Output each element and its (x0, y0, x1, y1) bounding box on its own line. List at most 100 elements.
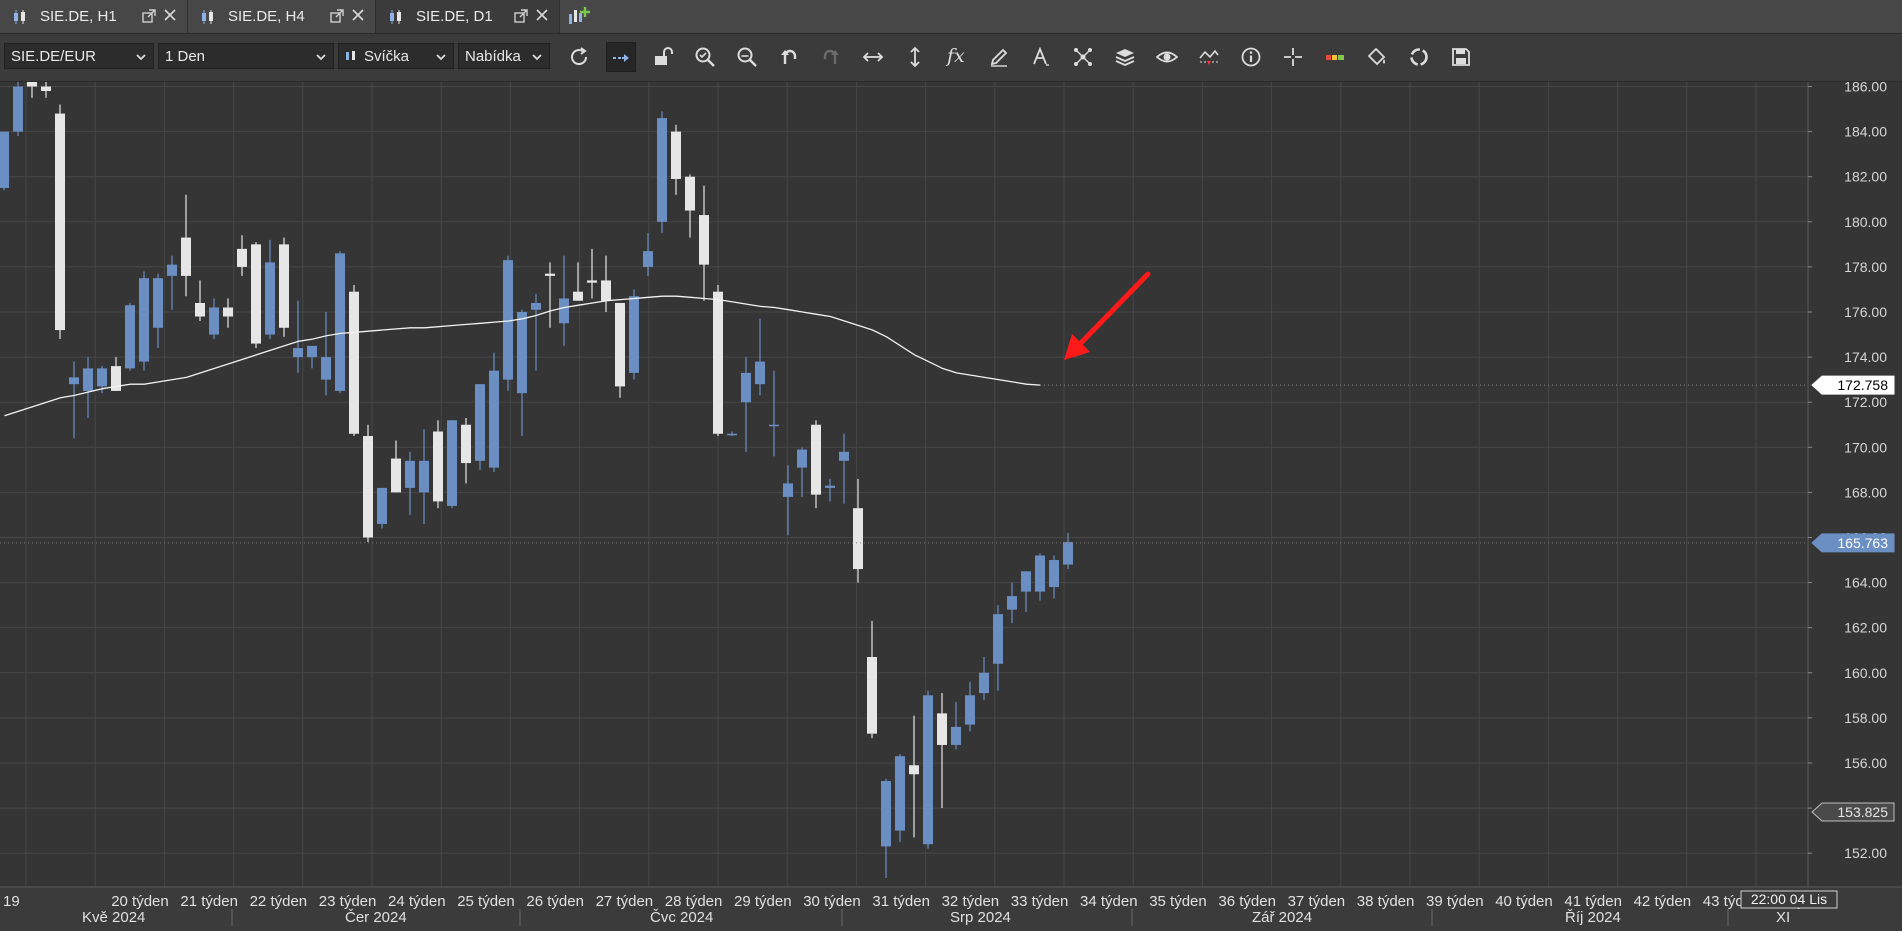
tab-bar: SIE.DE, H1 SIE.DE, H4 SIE.DE, D1 (0, 0, 1902, 34)
symbol-value: SIE.DE/EUR (11, 48, 97, 65)
candle-body (139, 278, 149, 362)
candle-body (545, 273, 555, 276)
color-bar-icon (1326, 55, 1344, 60)
price-type-select[interactable]: Nabídka (458, 43, 550, 69)
price-tick-label: 176.00 (1844, 304, 1887, 320)
candle-body (195, 302, 205, 317)
candle-body (153, 278, 163, 328)
price-tick-label: 172.00 (1844, 394, 1887, 410)
week-label: 20 týden (111, 893, 169, 910)
candle-body (881, 781, 891, 847)
candle-body (433, 431, 443, 502)
popout-icon[interactable] (513, 8, 529, 24)
candle-body (853, 508, 863, 570)
price-badge-label: 172.758 (1837, 377, 1888, 393)
timeframe-value: 1 Den (165, 48, 206, 65)
candle-body (363, 436, 373, 538)
popout-icon[interactable] (141, 8, 157, 24)
week-label: 42 týden (1634, 893, 1692, 910)
layers-button[interactable] (1110, 42, 1140, 72)
candle-body (671, 131, 681, 179)
month-label: Srp 2024 (950, 909, 1011, 926)
week-label: 19 (3, 893, 20, 910)
save-button[interactable] (1446, 42, 1476, 72)
candle-body (237, 248, 247, 267)
chart-canvas: 186.00 184.00 182.00 180.00 178.00 176.00 174.… (0, 63, 1902, 926)
close-icon[interactable] (534, 7, 550, 23)
candle-body (265, 262, 275, 335)
candle-body (937, 713, 947, 745)
redo-button[interactable] (816, 42, 846, 72)
price-tick-label: 170.00 (1844, 439, 1887, 455)
popout-icon[interactable] (329, 8, 345, 24)
close-icon[interactable] (162, 7, 178, 23)
horizontal-fit-button[interactable] (858, 42, 888, 72)
candle-body (1021, 571, 1031, 592)
candle-body (0, 131, 9, 188)
network-icon (1074, 48, 1092, 66)
price-chart[interactable]: 186.00 184.00 182.00 180.00 178.00 176.00 174.… (0, 63, 1902, 926)
candle-body (447, 420, 457, 506)
candle-body (27, 75, 37, 87)
candle-body (573, 291, 583, 301)
refresh-button[interactable] (564, 42, 594, 72)
chart-type-select[interactable]: Svíčka (338, 43, 454, 69)
zoom-in-button[interactable] (690, 42, 720, 72)
candle-body (321, 357, 331, 380)
redo-icon (823, 49, 839, 64)
function-icon: fx (947, 45, 965, 67)
chart-type-value: Svíčka (364, 48, 410, 65)
info-button[interactable] (1236, 42, 1266, 72)
close-icon[interactable] (350, 7, 366, 23)
volume-button[interactable] (1320, 42, 1350, 72)
tab-sie-h1[interactable]: SIE.DE, H1 (0, 0, 188, 33)
add-chart-icon[interactable] (566, 4, 592, 30)
pencil-icon (990, 48, 1008, 67)
week-label: 29 týden (734, 893, 792, 910)
candle-body (601, 280, 611, 301)
candle-body (587, 280, 597, 283)
candle-body (419, 460, 429, 493)
month-label: XI (1776, 909, 1790, 926)
candle-body (993, 614, 1003, 664)
candle-body (727, 433, 737, 436)
candle-body (335, 253, 345, 391)
timeframe-select[interactable]: 1 Den (158, 43, 334, 69)
indicators-button[interactable]: fx (942, 42, 972, 72)
chevron-down-icon (136, 54, 146, 61)
alerts-button[interactable] (1194, 42, 1224, 72)
sync-button[interactable] (1404, 42, 1434, 72)
crosshair-button[interactable] (1278, 42, 1308, 72)
candle-body (307, 345, 317, 358)
candle-body (349, 291, 359, 434)
week-label: 32 týden (942, 893, 1000, 910)
tab-sie-d1[interactable]: SIE.DE, D1 (376, 0, 560, 33)
tab-sie-h4[interactable]: SIE.DE, H4 (188, 0, 376, 33)
candle-body (181, 237, 191, 276)
undo-button[interactable] (774, 42, 804, 72)
week-label: 37 týden (1288, 893, 1346, 910)
text-tool-button[interactable] (1026, 42, 1056, 72)
fill-color-button[interactable] (1362, 42, 1392, 72)
week-label: 30 týden (803, 893, 861, 910)
price-tick-label: 180.00 (1844, 214, 1887, 230)
candle-body (811, 424, 821, 495)
objects-button[interactable] (1068, 42, 1098, 72)
unlock-button[interactable] (648, 42, 678, 72)
week-label: 41 týden (1564, 893, 1622, 910)
vertical-fit-button[interactable] (900, 42, 930, 72)
candle-body (825, 485, 835, 488)
auto-scroll-button[interactable] (606, 42, 636, 72)
zoom-out-button[interactable] (732, 42, 762, 72)
week-label: 40 týden (1495, 893, 1553, 910)
candle-body (69, 377, 79, 385)
month-label: Čer 2024 (345, 909, 407, 926)
candlestick-chart-icon (14, 10, 25, 24)
candlestick-chart-icon (390, 10, 401, 24)
chart-toolbar: SIE.DE/EUR 1 Den Svíčka Nabídka fx (0, 34, 1902, 82)
price-tick-label: 182.00 (1844, 169, 1887, 185)
visibility-button[interactable] (1152, 42, 1182, 72)
week-label: 31 týden (872, 893, 930, 910)
symbol-select[interactable]: SIE.DE/EUR (4, 43, 154, 69)
draw-button[interactable] (984, 42, 1014, 72)
